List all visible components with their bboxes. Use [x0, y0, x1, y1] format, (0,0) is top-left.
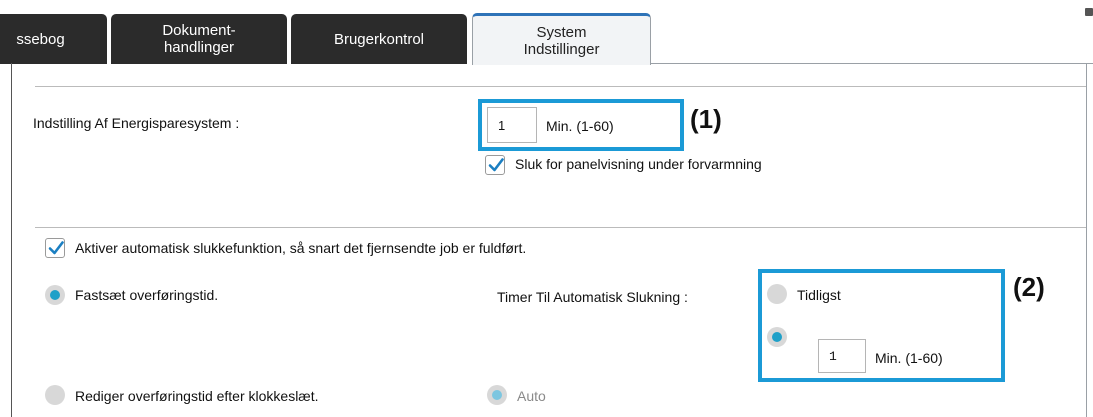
- tab-system-settings-label: System Indstillinger: [524, 24, 600, 58]
- callout-2: (2): [1013, 272, 1045, 302]
- tab-document-operations-label: Dokument- handlinger: [162, 22, 235, 56]
- tab-system-settings-line1: System: [536, 23, 587, 41]
- checkmark-icon: [48, 241, 64, 255]
- fixed-time-radio[interactable]: [45, 285, 65, 305]
- tab-system-settings[interactable]: System Indstillinger: [472, 13, 651, 65]
- earliest-radio[interactable]: [767, 284, 787, 304]
- tab-address-book-label: ssebog: [16, 30, 65, 48]
- panel-off-label: Sluk for panelvisning under forvarmning: [515, 156, 762, 172]
- fixed-time-label: Fastsæt overføringstid.: [75, 287, 219, 303]
- window-corner-handle: [1085, 8, 1093, 16]
- energy-minutes-unit: Min. (1-60): [546, 118, 614, 134]
- energy-save-label: Indstilling Af Energisparesystem :: [33, 115, 240, 131]
- timer-label: Timer Til Automatisk Slukning :: [497, 289, 688, 305]
- auto-power-off-checkbox[interactable]: [45, 238, 65, 258]
- tab-document-operations-line2: handlinger: [163, 39, 235, 56]
- panel-off-checkbox[interactable]: [485, 155, 505, 175]
- tab-user-control-label: Brugerkontrol: [333, 30, 425, 48]
- tab-user-control[interactable]: Brugerkontrol: [291, 14, 467, 64]
- energy-minutes-input[interactable]: 1: [487, 107, 537, 143]
- auto-radio[interactable]: [487, 385, 507, 405]
- earliest-label: Tidligst: [797, 287, 841, 303]
- checkmark-icon: [488, 158, 504, 172]
- tab-bar: ssebog Dokument- handlinger Brugerkontro…: [0, 0, 1093, 65]
- edit-by-clock-radio[interactable]: [45, 385, 65, 405]
- tab-address-book[interactable]: ssebog: [0, 14, 107, 64]
- timer-minutes-unit: Min. (1-60): [875, 350, 943, 366]
- minutes-radio[interactable]: [767, 327, 787, 347]
- content-frame-left: [11, 63, 12, 417]
- auto-power-off-label: Aktiver automatisk slukkefunktion, så sn…: [75, 240, 527, 256]
- section-divider-top: [35, 86, 1086, 87]
- auto-label: Auto: [517, 388, 546, 404]
- section-divider-middle: [35, 227, 1086, 228]
- tab-underline: [651, 63, 1093, 64]
- timer-minutes-input[interactable]: 1: [818, 339, 866, 373]
- tab-document-operations-line1: Dokument-: [162, 22, 236, 39]
- tab-document-operations[interactable]: Dokument- handlinger: [111, 14, 287, 64]
- edit-by-clock-label: Rediger overføringstid efter klokkeslæt.: [75, 388, 319, 404]
- tab-system-settings-line2: Indstillinger: [523, 40, 600, 58]
- callout-1: (1): [690, 104, 722, 134]
- content-frame-right: [1086, 63, 1087, 417]
